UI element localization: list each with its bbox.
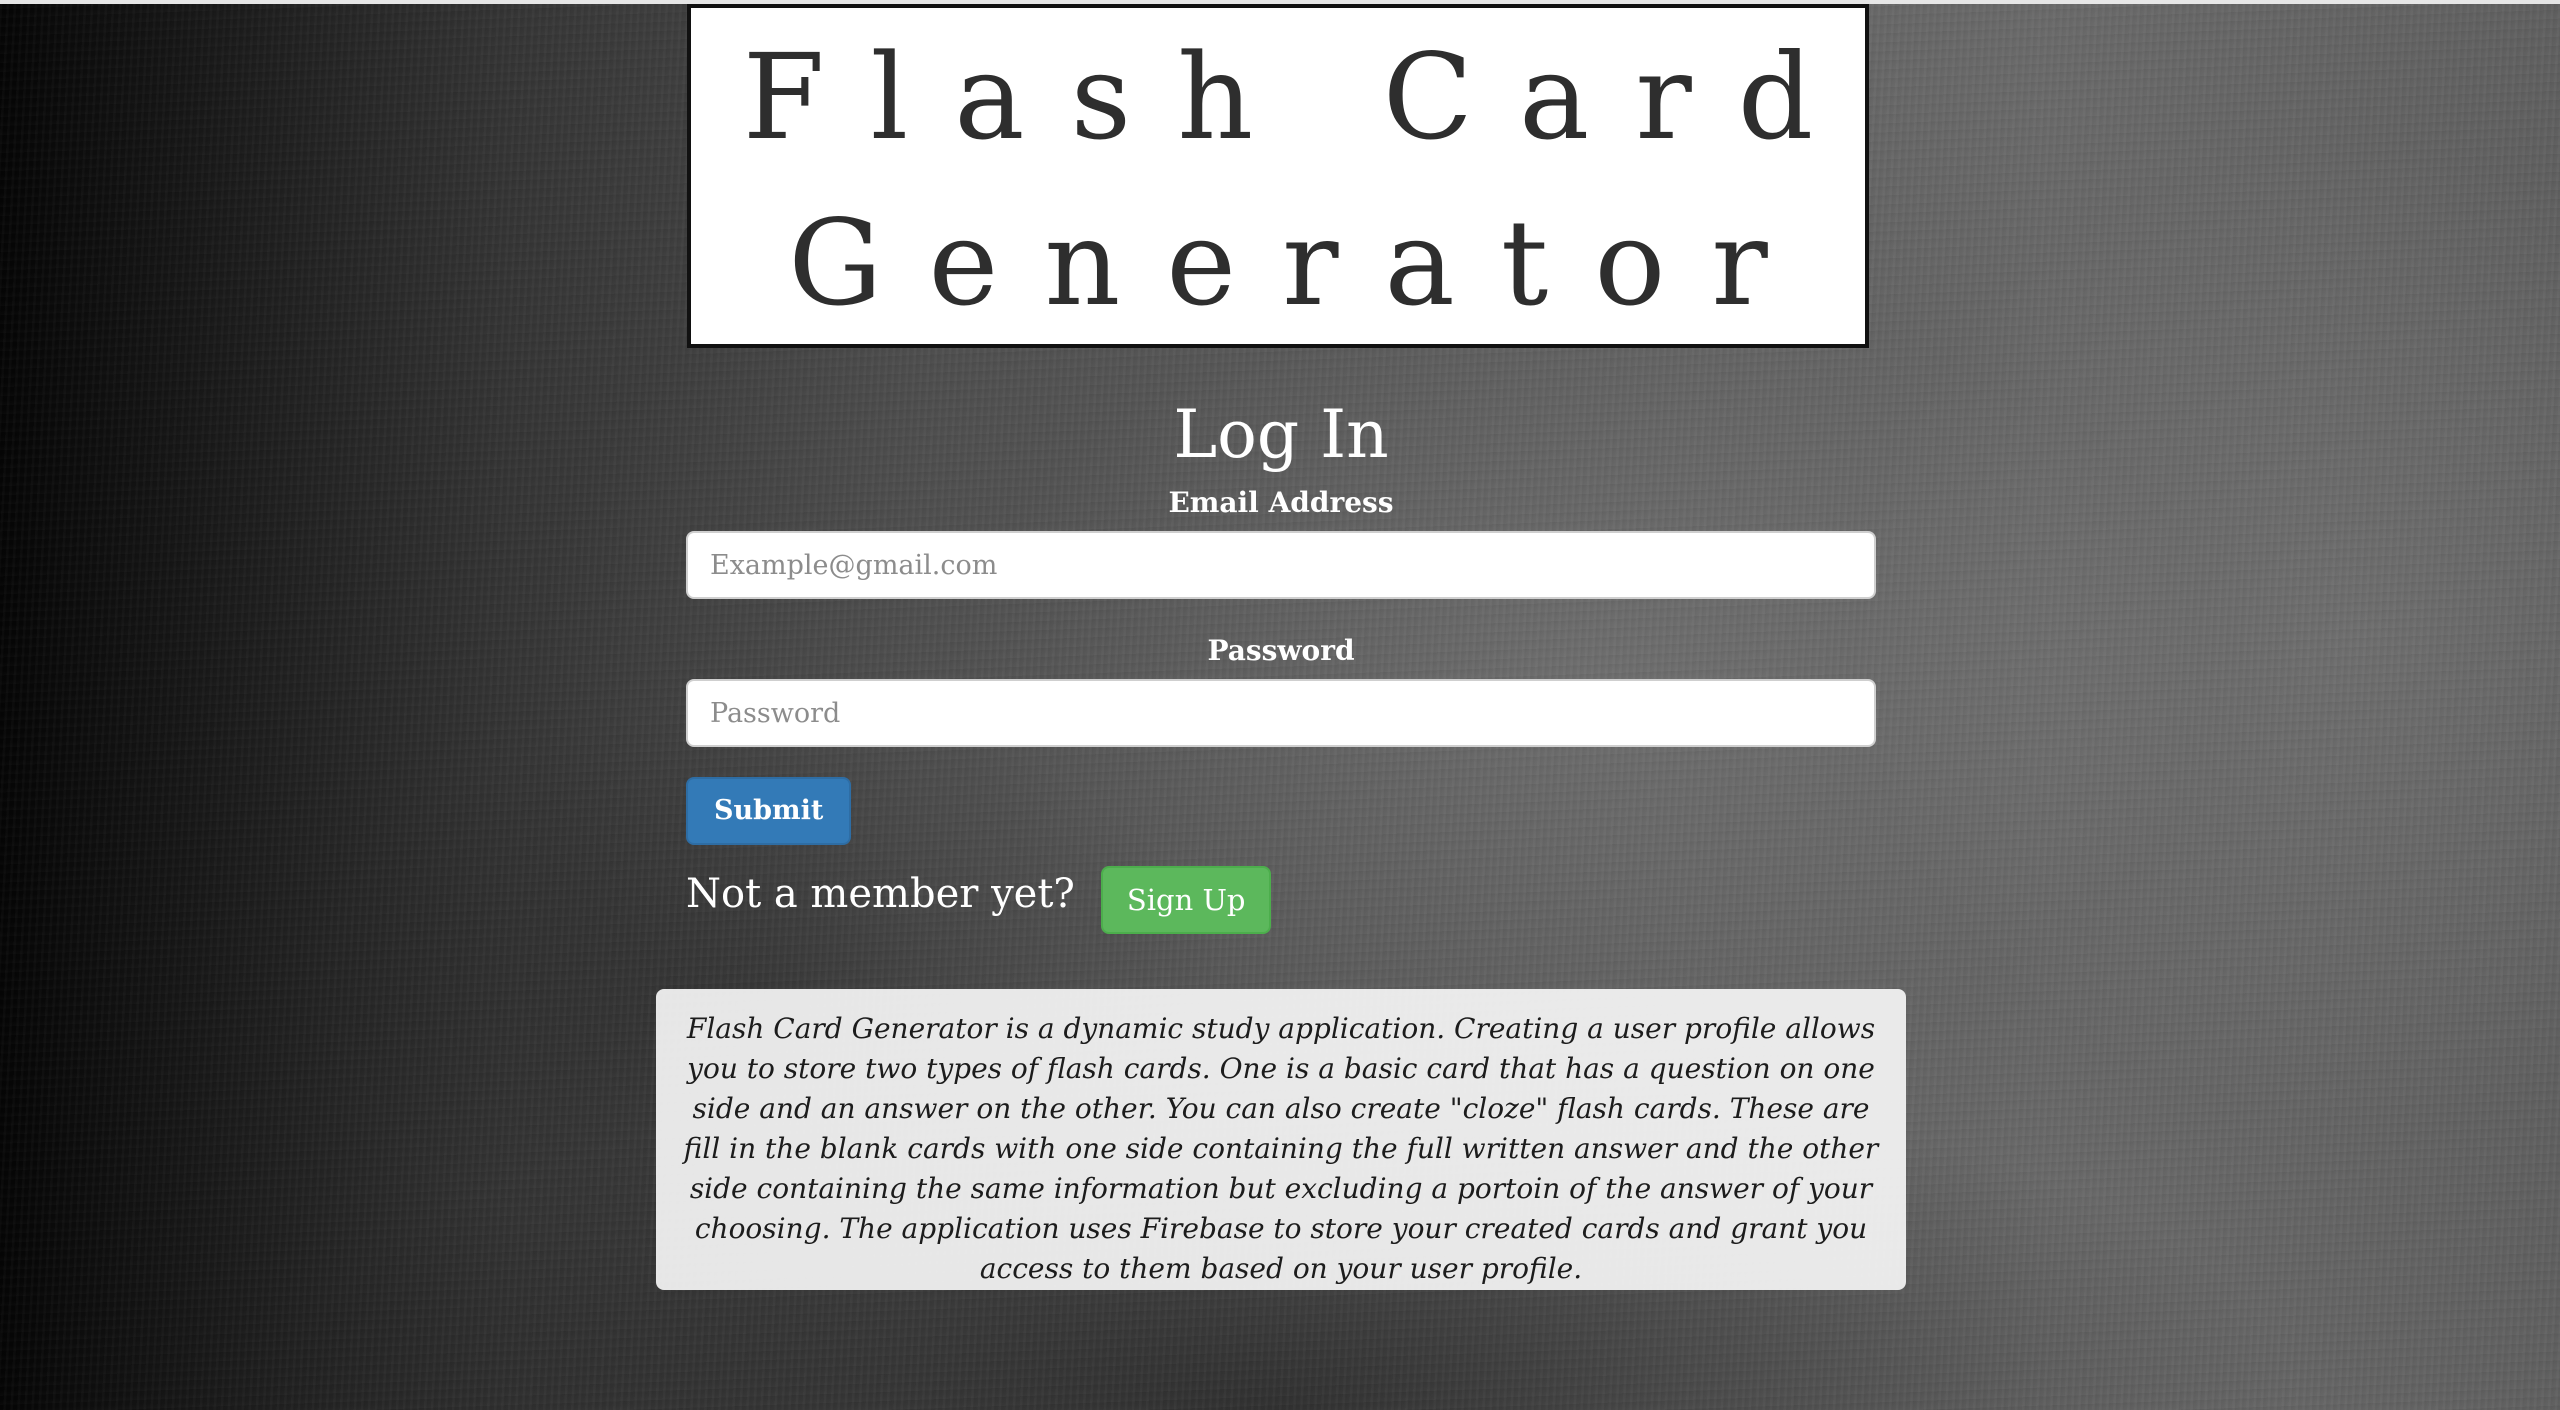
title-line-2: Generator [788, 194, 1814, 332]
submit-button[interactable]: Submit [686, 777, 852, 845]
email-field[interactable] [686, 531, 1876, 599]
password-field[interactable] [686, 679, 1876, 747]
email-label: Email Address [1168, 486, 1394, 519]
login-heading: Log In [1173, 396, 1389, 473]
title-line-1: Flash Card [742, 28, 1860, 166]
app-description: Flash Card Generator is a dynamic study … [656, 989, 1906, 1290]
login-form: Log In Email Address Password Submit Not… [686, 395, 1876, 935]
signup-row: Not a member yet? Sign Up [686, 865, 1876, 935]
signup-prompt: Not a member yet? [686, 871, 1075, 917]
sign-up-button[interactable]: Sign Up [1100, 866, 1272, 934]
password-label: Password [1207, 634, 1355, 667]
title-banner: Flash Card Generator [687, 4, 1869, 348]
